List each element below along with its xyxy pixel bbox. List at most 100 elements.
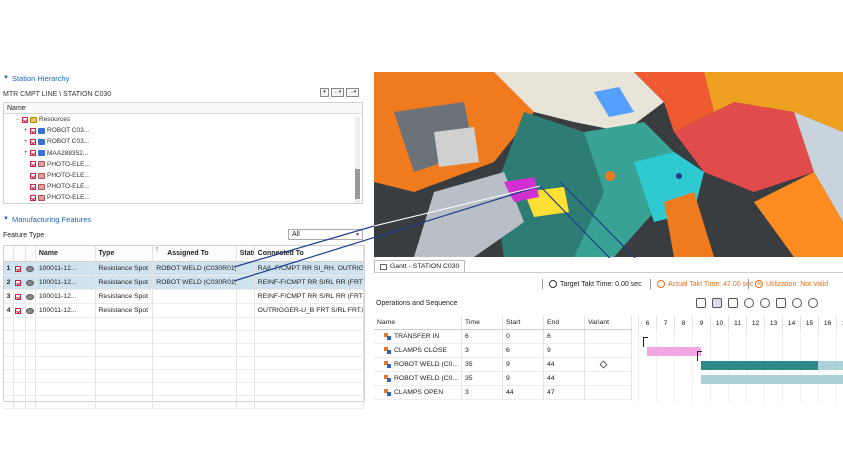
status-column-header[interactable]: Statu [237, 246, 255, 261]
end-column-header[interactable]: End [544, 316, 585, 329]
tree-item-label: PHOTO-ELE... [47, 160, 90, 168]
row-checkbox[interactable] [14, 304, 26, 317]
table-row[interactable]: 4 100011-12... Resistance Spot OUTRIGGER… [4, 304, 365, 318]
operation-row[interactable]: CLAMPS OPEN 3 44 47 [374, 386, 632, 400]
timeline-gridline [692, 330, 693, 402]
tree-item[interactable]: − Resources [4, 114, 362, 125]
gantt-tab[interactable]: Gantt - STATION C030 [374, 260, 466, 272]
gantt-chart[interactable]: 67891011121314151617 [636, 316, 843, 402]
empty-row [4, 383, 365, 396]
type-column-header[interactable]: Type [96, 246, 154, 261]
target-takt-time: Target Takt Time: 0.00 sec [560, 280, 642, 288]
dropdown-button[interactable]: ▾ [320, 88, 329, 97]
operation-variant [585, 344, 632, 357]
assigned-to-column-header[interactable]: ↑ Assigned To [153, 246, 237, 261]
zoom-in-icon[interactable] [792, 298, 802, 308]
operation-row[interactable]: ROBOT WELD (C0... 35 9 44 [374, 372, 632, 386]
tree-item-label: ROBOT C03... [47, 127, 90, 135]
operation-name: CLAMPS CLOSE [394, 347, 447, 354]
tree-item[interactable]: + ROBOT C03... [4, 125, 362, 136]
operation-name: CLAMPS OPEN [394, 389, 444, 396]
collapse-icon[interactable] [744, 298, 754, 308]
gantt-bar-robot-weld[interactable] [701, 361, 818, 370]
tree-item[interactable]: PHOTO-ELE... [4, 170, 362, 181]
checkbox-icon[interactable] [30, 194, 36, 201]
icon-header [26, 246, 36, 261]
back-button[interactable]: ←▾ [331, 88, 344, 97]
checkbox-icon[interactable] [15, 265, 22, 272]
start-column-header[interactable]: Start [503, 316, 544, 329]
station-hierarchy-header[interactable]: ▼ Station Hierarchy [3, 72, 69, 84]
manufacturing-features-header[interactable]: ▼ Manufacturing Features [3, 213, 91, 225]
tree-item-label: PHOTO-ELE... [47, 194, 90, 202]
chevron-down-icon: ▾ [355, 232, 359, 238]
row-checkbox[interactable] [14, 262, 26, 275]
variant-column-header[interactable]: Variant [585, 316, 632, 329]
table-row[interactable]: 2 100011-12... Resistance Spot ROBOT WEL… [4, 276, 365, 290]
operation-row[interactable]: TRANSFER IN 6 0 6 [374, 330, 632, 344]
tree-item[interactable]: + ROBOT C03... [4, 136, 362, 147]
3d-viewport[interactable] [374, 72, 843, 257]
tree-item[interactable]: + MAA288352... [4, 148, 362, 159]
operation-icon [384, 389, 391, 396]
timeline-tick: 12 [746, 316, 764, 330]
tree-item[interactable]: PHOTO-ELE... [4, 159, 362, 170]
connected-to-column-header[interactable]: Connected To [255, 246, 365, 261]
checkbox-icon[interactable] [22, 116, 28, 123]
utilization: Utilization: Not Valid [766, 280, 829, 288]
row-checkbox[interactable] [14, 290, 26, 303]
timeline-tick: 13 [764, 316, 782, 330]
operation-row[interactable]: ROBOT WELD (C0... 35 9 44 [374, 358, 632, 372]
checkbox-icon[interactable] [30, 183, 36, 190]
list-view-icon[interactable] [696, 298, 706, 308]
status [237, 276, 255, 289]
actual-takt-info: Actual Takt Time: 47.00 sec [650, 277, 753, 291]
feature-type-select[interactable]: All ▾ [288, 229, 363, 240]
collapse-triangle-icon[interactable]: ▼ [3, 75, 9, 81]
checkbox-icon[interactable] [30, 150, 36, 157]
operation-row[interactable]: CLAMPS CLOSE 3 6 9 [374, 344, 632, 358]
checkbox-icon[interactable] [15, 279, 22, 286]
tree-item[interactable]: PHOTO-ELE... [4, 192, 362, 203]
checkbox-icon[interactable] [30, 127, 36, 134]
checkbox-icon[interactable] [30, 172, 36, 179]
grid-view-icon[interactable] [712, 298, 722, 308]
time-column-header[interactable]: Time [462, 316, 503, 329]
forward-button[interactable]: →▾ [346, 88, 359, 97]
name-column-header: Name [7, 104, 26, 112]
operation-time: 6 [462, 330, 503, 343]
checkbox-icon[interactable] [15, 293, 22, 300]
row-checkbox[interactable] [14, 276, 26, 289]
name-column-header[interactable]: Name [36, 246, 96, 261]
folder-icon [30, 116, 37, 123]
checkbox-icon[interactable] [15, 307, 22, 314]
tree-item-label: ROBOT C03... [47, 138, 90, 146]
gantt-bar-robot-weld[interactable] [701, 375, 843, 384]
connected-to: RAIL-F/CMPT RR SI_RH, OUTRIGG [255, 262, 365, 275]
tree-scrollbar[interactable] [355, 117, 360, 203]
operation-start: 9 [503, 358, 544, 371]
operation-icon [384, 375, 391, 382]
timeline-tick: 7 [656, 316, 674, 330]
operation-start: 44 [503, 386, 544, 399]
feature-type: Resistance Spot [96, 304, 154, 317]
layers-icon[interactable] [728, 298, 738, 308]
utilization-info: % Utilization: Not Valid [748, 277, 828, 291]
tree-item[interactable]: PHOTO-ELE... [4, 181, 362, 192]
expand-icon[interactable] [760, 298, 770, 308]
checkbox-icon[interactable] [30, 161, 36, 168]
gantt-bar-robot-weld-remaining[interactable] [818, 361, 843, 370]
fit-icon[interactable] [776, 298, 786, 308]
gantt-bar-clamps-close[interactable] [647, 347, 701, 356]
name-column-header[interactable]: Name [374, 316, 462, 329]
collapse-triangle-icon[interactable]: ▼ [3, 216, 9, 222]
checkbox-icon[interactable] [30, 138, 36, 145]
tree-column-header[interactable]: Name [4, 103, 362, 114]
table-row[interactable]: 3 100011-12... Resistance Spot REINF-F/C… [4, 290, 365, 304]
tree-item-label: PHOTO-ELE... [47, 183, 90, 191]
scrollbar-thumb[interactable] [355, 169, 360, 199]
table-row[interactable]: 1 100011-12... Resistance Spot ROBOT WEL… [4, 262, 365, 276]
zoom-out-icon[interactable] [808, 298, 818, 308]
cube-icon [599, 360, 608, 369]
operation-name: ROBOT WELD (C0... [394, 375, 459, 382]
